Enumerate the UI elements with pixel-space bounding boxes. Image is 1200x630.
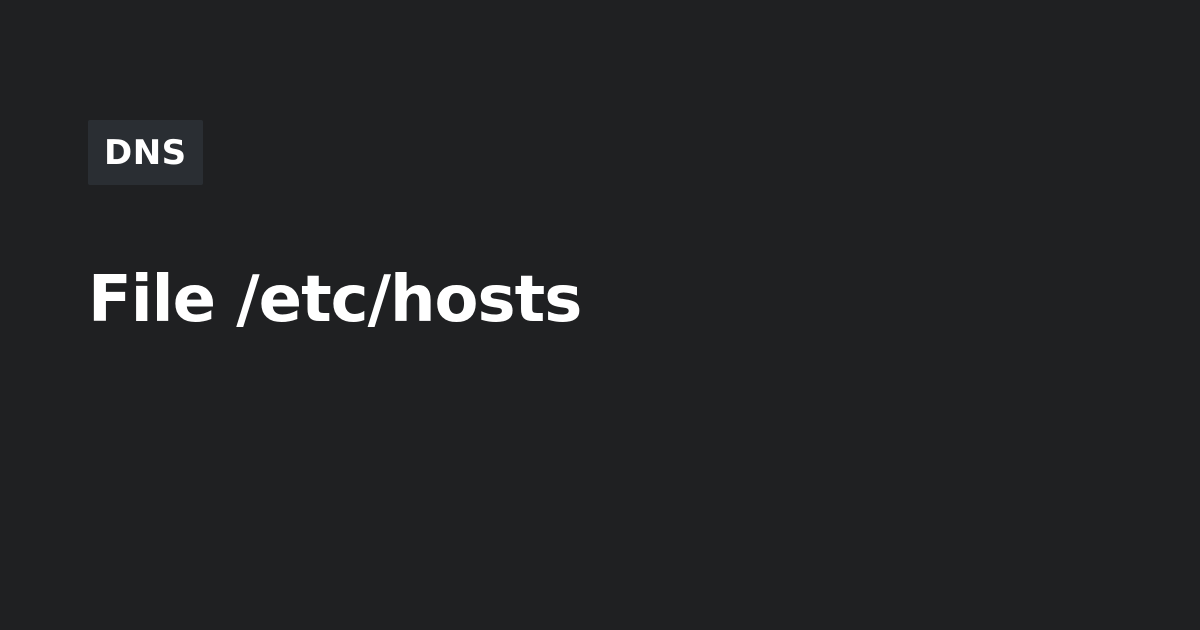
share-card: DNS File /etc/hosts (0, 0, 1200, 630)
category-tag-label: DNS (104, 132, 187, 173)
category-tag: DNS (88, 120, 203, 185)
page-title: File /etc/hosts (88, 263, 582, 337)
